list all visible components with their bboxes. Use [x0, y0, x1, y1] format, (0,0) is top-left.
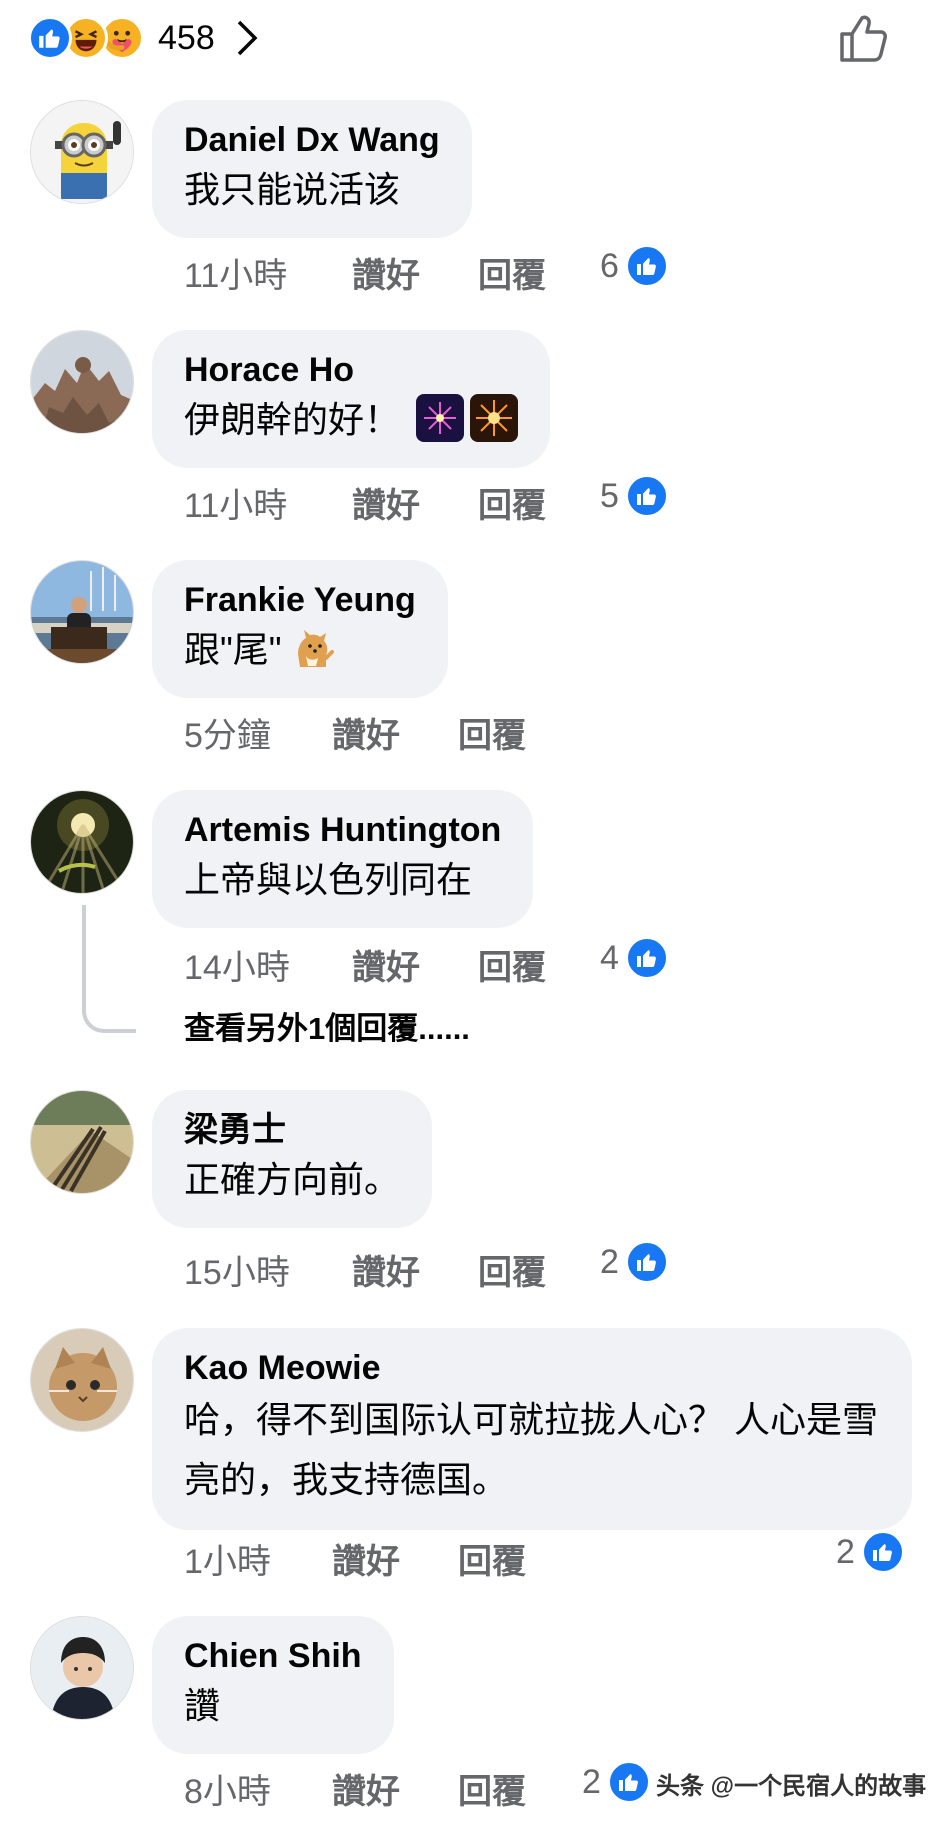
comment-time[interactable]: 11小時	[184, 248, 352, 297]
comment-time[interactable]: 14小時	[184, 940, 352, 989]
reply-button[interactable]: 回覆	[478, 940, 588, 989]
like-outline-icon[interactable]	[836, 10, 892, 66]
comment-author[interactable]: Chien Shih	[184, 1634, 362, 1678]
comment-time[interactable]: 11小時	[184, 478, 352, 527]
comment-actions: 8小時 讚好 回覆	[184, 1764, 568, 1813]
like-button[interactable]: 讚好	[352, 940, 478, 989]
like-icon	[624, 244, 669, 288]
like-button[interactable]: 讚好	[352, 478, 478, 527]
like-icon	[624, 474, 669, 518]
avatar[interactable]	[30, 330, 134, 434]
reply-button[interactable]: 回覆	[458, 1764, 568, 1813]
avatar[interactable]	[30, 1328, 134, 1432]
comment-like-count[interactable]: 4	[600, 936, 669, 980]
avatar[interactable]	[30, 100, 134, 204]
comment-actions: 1小時 讚好 回覆	[184, 1534, 568, 1583]
comment-text: 讚	[184, 1685, 221, 1726]
like-count: 4	[600, 938, 619, 977]
like-icon	[624, 936, 669, 980]
comment-text: 伊朗幹的好！	[184, 392, 519, 448]
comment-time[interactable]: 5分鐘	[184, 708, 332, 757]
reply-button[interactable]: 回覆	[478, 478, 588, 527]
like-icon	[624, 1240, 669, 1284]
chevron-right-icon[interactable]	[233, 18, 261, 58]
comment-bubble: Daniel Dx Wang 我只能说活该	[152, 100, 472, 238]
comment-like-count[interactable]: 2	[600, 1240, 669, 1284]
thread-connector	[82, 905, 136, 1033]
comment-actions: 5分鐘 讚好 回覆	[184, 708, 568, 757]
view-more-replies-link[interactable]: 查看另外1個回覆......	[184, 1003, 470, 1048]
reaction-count[interactable]: 458	[158, 19, 215, 58]
like-icon	[606, 1760, 651, 1804]
comment-like-count[interactable]: 5	[600, 474, 669, 518]
comment-bubble: Artemis Huntington 上帝與以色列同在	[152, 790, 534, 928]
sparkler-icon	[470, 394, 519, 442]
comment-bubble: Frankie Yeung 跟"尾"	[152, 560, 448, 698]
avatar[interactable]	[30, 560, 134, 664]
comment-author[interactable]: Frankie Yeung	[184, 578, 416, 622]
like-button[interactable]: 讚好	[332, 1764, 458, 1813]
comment-text: 哈，得不到国际认可就拉拢人心？ 人心是雪亮的，我支持德国。	[184, 1399, 879, 1500]
like-count: 5	[600, 476, 619, 515]
like-button[interactable]: 讚好	[332, 1534, 458, 1583]
reply-button[interactable]: 回覆	[458, 1534, 568, 1583]
fireworks-icon	[416, 394, 465, 442]
like-button[interactable]: 讚好	[332, 708, 458, 757]
dog-icon	[288, 624, 336, 672]
like-count: 2	[600, 1242, 619, 1281]
comment-time[interactable]: 15小時	[184, 1245, 352, 1294]
comment-author[interactable]: Artemis Huntington	[184, 808, 501, 852]
like-count: 6	[600, 246, 619, 285]
watermark: 头条 @一个民宿人的故事	[652, 1764, 931, 1803]
comment-actions: 11小時 讚好 回覆	[184, 248, 588, 297]
comment-actions: 11小時 讚好 回覆	[184, 478, 588, 527]
reactions-summary[interactable]: 458	[28, 14, 261, 62]
comment-bubble: Chien Shih 讚	[152, 1616, 394, 1754]
comment-actions: 15小時 讚好 回覆	[184, 1245, 588, 1294]
reply-button[interactable]: 回覆	[458, 708, 568, 757]
comment-author[interactable]: Daniel Dx Wang	[184, 118, 440, 162]
avatar[interactable]	[30, 1090, 134, 1194]
avatar[interactable]	[30, 1616, 134, 1720]
avatar[interactable]	[30, 790, 134, 894]
like-count: 2	[582, 1762, 601, 1801]
comment-text: 跟"尾"	[184, 622, 416, 678]
reply-button[interactable]: 回覆	[478, 248, 588, 297]
comment-author[interactable]: Kao Meowie	[184, 1346, 880, 1390]
comment-bubble: 梁勇士 正確方向前。	[152, 1090, 433, 1228]
comment-actions: 14小時 讚好 回覆	[184, 940, 588, 989]
comment-time[interactable]: 1小時	[184, 1534, 332, 1583]
comment-like-count[interactable]: 2	[582, 1760, 651, 1804]
comment-like-count[interactable]: 2	[836, 1530, 905, 1574]
comment-time[interactable]: 8小時	[184, 1764, 332, 1813]
comment-text: 正確方向前。	[184, 1159, 401, 1200]
comment-bubble: Kao Meowie 哈，得不到国际认可就拉拢人心？ 人心是雪亮的，我支持德国。	[152, 1328, 912, 1530]
comment-bubble: Horace Ho 伊朗幹的好！	[152, 330, 551, 468]
comment-author[interactable]: 梁勇士	[184, 1108, 400, 1152]
comment-like-count[interactable]: 6	[600, 244, 669, 288]
like-icon	[28, 16, 72, 60]
comment-author[interactable]: Horace Ho	[184, 348, 518, 392]
comment-text-content: 跟"尾"	[184, 629, 282, 670]
reactions-header: 458	[0, 0, 946, 80]
comment-text-content: 伊朗幹的好！	[184, 399, 401, 440]
like-icon	[860, 1530, 905, 1574]
like-button[interactable]: 讚好	[352, 248, 478, 297]
comment-text: 上帝與以色列同在	[184, 859, 473, 900]
reply-button[interactable]: 回覆	[478, 1245, 588, 1294]
like-count: 2	[836, 1532, 855, 1571]
like-button[interactable]: 讚好	[352, 1245, 478, 1294]
comment-text: 我只能说活该	[184, 169, 401, 210]
